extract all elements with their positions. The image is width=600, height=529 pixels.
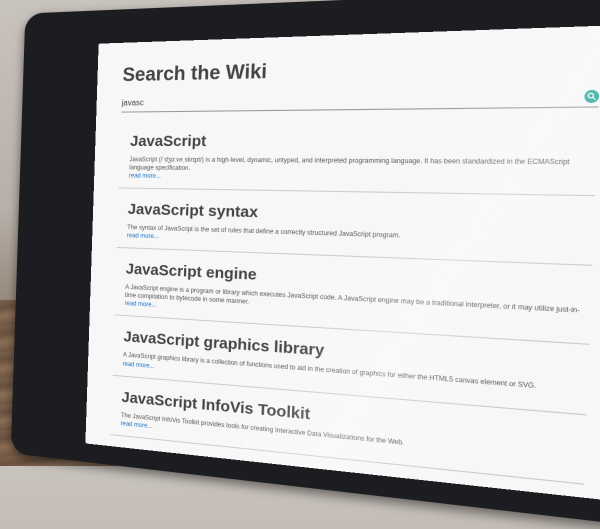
search-bar	[121, 90, 599, 113]
search-input[interactable]	[122, 91, 585, 107]
wiki-search-page: Search the Wiki JavaScript JavaScript (/…	[85, 25, 600, 502]
search-icon	[587, 92, 597, 100]
result-item: JavaScript syntax The syntax of JavaScri…	[117, 195, 595, 267]
result-title: JavaScript	[130, 131, 598, 151]
laptop-screen: Search the Wiki JavaScript JavaScript (/…	[85, 25, 600, 502]
search-button[interactable]	[584, 90, 599, 103]
page-title: Search the Wiki	[122, 52, 600, 87]
result-item: JavaScript JavaScript (/ˈdʒɑːvəˌskrɪpt/)…	[119, 124, 598, 196]
